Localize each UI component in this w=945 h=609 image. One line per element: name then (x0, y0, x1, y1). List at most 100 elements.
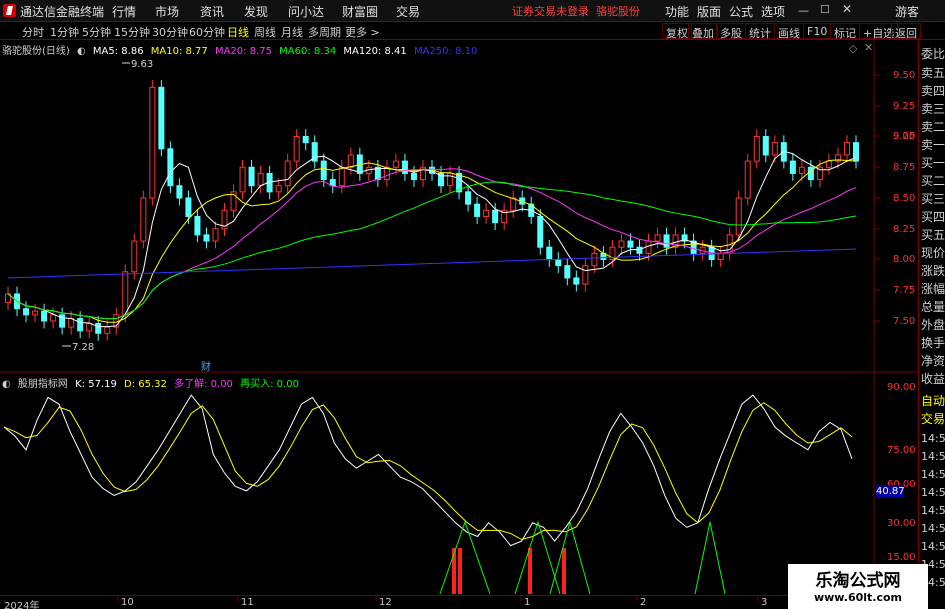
chart-close-icon[interactable]: ✕ (864, 41, 873, 54)
chart-title: 骆驼股份(日线) (2, 46, 70, 57)
candle-body (23, 308, 30, 316)
candle-body (753, 136, 760, 162)
candle-body (410, 172, 417, 181)
candle-body (131, 240, 138, 273)
candle-body (176, 185, 183, 199)
ask5-label: 卖五 (921, 66, 945, 80)
candle-body (284, 160, 291, 187)
earnings-label: 收益 (921, 372, 945, 386)
trade-label[interactable]: 交易 (921, 410, 945, 427)
candle-body (735, 197, 742, 236)
volume-label: 总量 (921, 300, 945, 314)
date-label: 2 (640, 597, 647, 608)
candle-body (275, 185, 282, 193)
d-line (3, 402, 853, 541)
y-tick-label: 90.00 (887, 382, 916, 393)
candlesticks (5, 79, 859, 341)
candle-body (302, 136, 309, 144)
candle-body (122, 271, 129, 316)
candle-body (248, 166, 255, 187)
chart-canvas[interactable]: 9.50 9.25 9.25 9.00 8.75 8.50 8.25 8.00 … (0, 0, 945, 609)
candle-body (537, 215, 544, 248)
ma10-label: MA10: 8.77 (150, 46, 208, 57)
candle-body (185, 197, 192, 217)
candle-body (392, 160, 399, 168)
main-chart-legend: 骆驼股份(日线) ◐ MA5: 8.86 MA10: 8.77 MA20: 8.… (2, 42, 481, 57)
settings-icon[interactable]: ◐ (77, 46, 86, 57)
tick-time: 14:56 (921, 486, 945, 499)
candle-body (158, 86, 165, 150)
candle-body (77, 318, 84, 332)
candle-body (789, 160, 796, 174)
watermark: 乐淘公式网 www.60lt.com (788, 564, 928, 609)
y-tick-label: 30.00 (887, 518, 916, 529)
y-tick-label: 8.00 (893, 254, 915, 265)
candle-body (762, 136, 769, 156)
ma250-label: MA250: 8.10 (413, 46, 478, 57)
candle-body (50, 314, 57, 322)
candle-body (654, 234, 661, 242)
candle-body (825, 160, 832, 168)
watermark-url: www.60lt.com (813, 591, 903, 604)
candle-body (338, 166, 345, 187)
y-tick-label: 8.50 (893, 193, 915, 204)
candle-body (636, 246, 643, 254)
watermark-title: 乐淘公式网 (815, 571, 901, 591)
date-label: 2024年 (4, 601, 40, 609)
turnover-label: 换手 (921, 336, 945, 350)
candle-body (41, 310, 48, 322)
buy-signal-spike (694, 521, 726, 595)
y-tick-label: 75.00 (887, 445, 916, 456)
sell-signal-value: 多了解: 0.00 (174, 379, 233, 390)
candle-body (149, 86, 156, 199)
d-value: D: 65.32 (124, 379, 167, 390)
tick-time: 14:56 (921, 450, 945, 463)
candle-body (582, 265, 589, 285)
sell-signal-bar (528, 548, 532, 594)
bid-ratio-label: 委比 (921, 47, 945, 61)
candle-body (771, 142, 778, 156)
candle-body (663, 234, 670, 248)
high-price-label: 9.63 (131, 59, 153, 70)
buy-signal-spike (439, 520, 491, 595)
buy-signal-spike (549, 520, 591, 595)
change-pct-label: 涨幅 (921, 282, 945, 296)
date-label: 1 (524, 597, 531, 608)
candle-body (293, 136, 300, 162)
candle-body (32, 310, 39, 316)
candle-body (167, 148, 174, 187)
finance-event-marker[interactable]: 财 (201, 358, 211, 373)
chart-collapse-icon[interactable]: ◇ (849, 42, 857, 55)
sell-signal-bar (458, 548, 462, 594)
ma120-label: MA120: 8.41 (343, 46, 407, 57)
candle-body (347, 154, 354, 168)
ask4-label: 卖四 (921, 84, 945, 98)
indicator-title: 股朋指标网 (17, 379, 68, 390)
date-label: 10 (121, 597, 134, 608)
candle-body (798, 166, 805, 174)
ma60-label: MA60: 8.34 (279, 46, 337, 57)
candle-body (744, 160, 751, 199)
buy-signal-value: 再买入: 0.00 (240, 379, 299, 390)
y-tick-label: 9.50 (893, 70, 915, 81)
current-indicator-value: 40.87 (876, 485, 905, 498)
candle-body (591, 252, 598, 267)
candle-body (140, 197, 147, 242)
candle-body (843, 142, 850, 156)
auto-trade-label[interactable]: 自动 (921, 392, 945, 409)
candle-body (546, 246, 553, 260)
outer-volume-label: 外盘 (921, 318, 945, 332)
indicator-settings-icon[interactable]: ◐ (2, 379, 11, 390)
ask3-label: 卖三 (921, 102, 945, 116)
y-tick-label: 7.50 (893, 316, 915, 327)
candle-body (95, 322, 102, 334)
candle-body (329, 179, 336, 187)
low-price-label: 7.28 (72, 342, 94, 353)
candle-body (627, 240, 634, 248)
ask1-label: 卖一 (921, 138, 945, 152)
tick-time: 14:56 (921, 540, 945, 553)
k-line (3, 394, 853, 547)
candle-body (203, 234, 210, 242)
sell-signal-bar (562, 548, 566, 594)
high-annotation: 9.63 (122, 59, 153, 70)
